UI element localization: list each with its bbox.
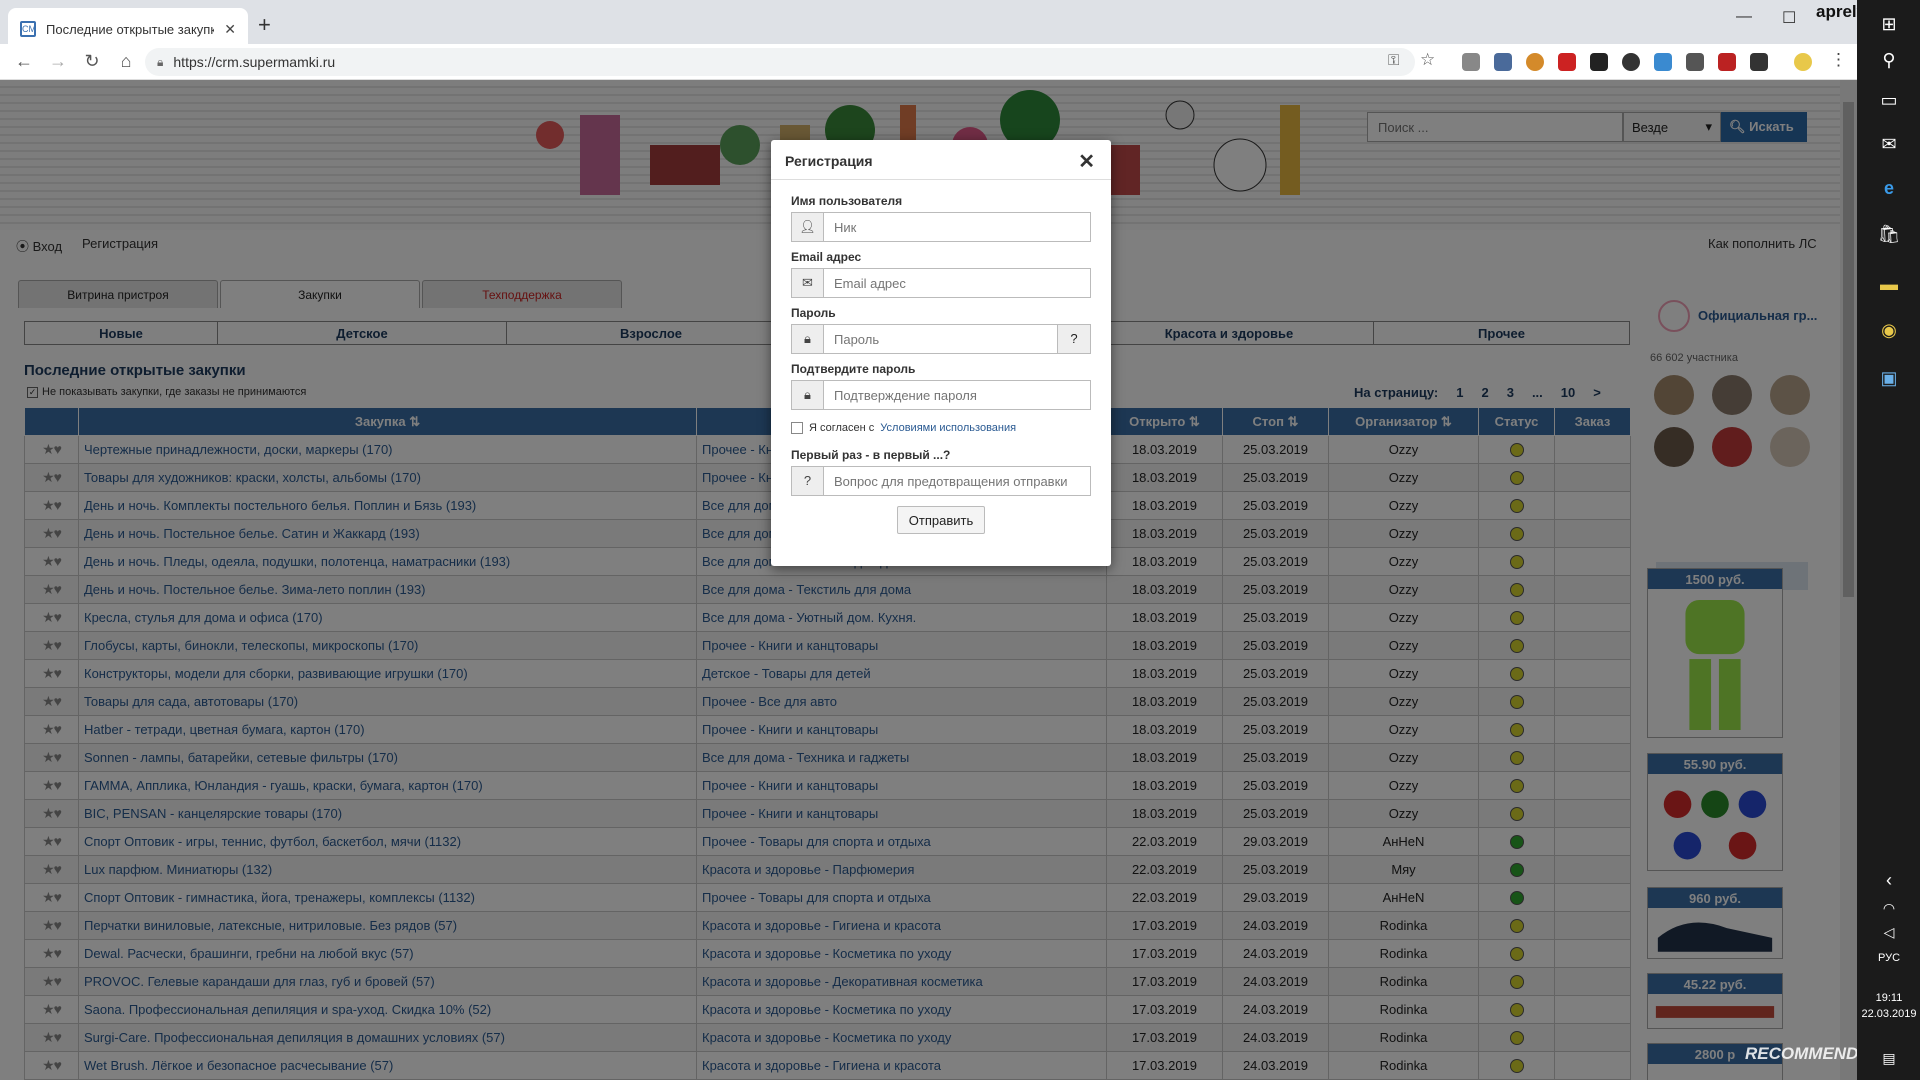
close-icon[interactable]: ✕ [1078,149,1095,174]
help-icon[interactable]: ? [1058,324,1091,354]
extension-icon[interactable] [1718,53,1736,71]
terms-text: Я согласен с [809,422,875,434]
edge-icon[interactable]: e [1877,178,1901,200]
extension-icon[interactable] [1654,53,1672,71]
address-bar[interactable]: 🔒︎ https://crm.supermamki.ru [145,48,1415,76]
password-label: Пароль [791,306,836,320]
app-icon[interactable]: ▣ [1877,368,1901,390]
back-icon[interactable]: ← [14,51,34,72]
email-label: Email адрес [791,250,862,264]
extension-icon[interactable] [1558,53,1576,71]
mail-icon[interactable]: ✉ [1877,134,1901,156]
browser-tabbar: CM Последние открытые закупки ✕ + — ☐ ap… [0,0,1920,50]
terms-agreement: Я согласен с Условиями использования [791,422,1091,434]
question-label: Первый раз - в первый ...? [791,448,951,462]
wifi-icon[interactable]: ◠ [1877,900,1901,922]
confirm-password-label: Подтвердите пароль [791,362,916,376]
clock-date: 22.03.2019 [1861,1008,1917,1020]
task-view-icon[interactable]: ▭ [1877,90,1901,112]
minimize-icon[interactable]: — [1736,8,1752,26]
windows-start-icon[interactable]: ⊞ [1877,14,1901,36]
notifications-icon[interactable]: ▤ [1877,1050,1901,1072]
clock-time: 19:11 [1875,992,1903,1004]
envelope-icon: ✉ [791,268,824,298]
store-icon[interactable]: 🛍︎ [1877,224,1901,246]
modal-title: Регистрация [785,153,873,169]
chevron-up-icon[interactable]: ‹ [1877,870,1901,892]
question-icon: ? [791,466,824,496]
lock-icon: 🔒︎ [157,54,164,69]
lock-icon: 🔒︎ [791,324,824,354]
key-icon[interactable]: ⚿ [1388,52,1399,69]
home-icon[interactable]: ⌂ [116,51,136,72]
menu-kebab-icon[interactable]: ⋮ [1830,50,1847,70]
url-text: https://crm.supermamki.ru [173,54,336,70]
user-icon: 👤︎ [791,212,824,242]
search-icon[interactable]: ⚲ [1877,50,1901,72]
chrome-icon[interactable]: ◉ [1877,320,1901,342]
site-favicon-icon: CM [20,21,36,37]
lock-icon: 🔒︎ [791,380,824,410]
extension-icon[interactable] [1462,53,1480,71]
question-group: ? [791,466,1091,496]
new-tab-button[interactable]: + [258,12,271,38]
terms-link[interactable]: Условиями использования [880,422,1016,434]
username-group: 👤︎ [791,212,1091,242]
windows-taskbar: ⊞ ⚲ ▭ ✉ e 🛍︎ ▬ ◉ ▣ ‹ ◠ ◁ РУС 19:11 22.03… [1857,0,1920,1080]
maximize-icon[interactable]: ☐ [1782,8,1796,28]
extension-icon[interactable] [1526,53,1544,71]
confirm-password-field[interactable] [824,380,1091,410]
password-group: 🔒︎ ? [791,324,1091,354]
volume-icon[interactable]: ◁ [1877,924,1901,946]
username-label: Имя пользователя [791,194,903,208]
terms-checkbox[interactable] [791,422,803,434]
registration-modal: Регистрация ✕ Имя пользователя 👤︎ Email … [771,140,1111,566]
question-field[interactable] [824,466,1091,496]
submit-button[interactable]: Отправить [897,506,985,534]
folder-icon[interactable]: ▬ [1877,274,1901,296]
bookmark-star-icon[interactable]: ☆ [1420,50,1435,70]
browser-tab-title: Последние открытые закупки [46,21,215,37]
confirm-password-group: 🔒︎ [791,380,1091,410]
system-clock[interactable]: 19:11 22.03.2019 [1861,990,1917,1022]
browser-toolbar: ← → ↻ ⌂ 🔒︎ https://crm.supermamki.ru ⚿ ☆… [0,44,1857,80]
extension-icon[interactable] [1590,53,1608,71]
reload-icon[interactable]: ↻ [82,51,102,72]
username-field[interactable] [824,212,1091,242]
modal-header: Регистрация ✕ [771,140,1111,180]
extension-icon[interactable] [1494,53,1512,71]
password-field[interactable] [824,324,1058,354]
close-tab-icon[interactable]: ✕ [224,21,236,38]
email-group: ✉ [791,268,1091,298]
profile-avatar-icon[interactable] [1794,53,1812,71]
modal-body: Имя пользователя 👤︎ Email адрес ✉ Пароль… [771,180,1111,544]
extension-icon[interactable] [1750,53,1768,71]
language-indicator[interactable]: РУС [1861,952,1917,964]
forward-icon[interactable]: → [48,51,68,72]
extension-icon[interactable] [1622,53,1640,71]
extension-icon[interactable] [1686,53,1704,71]
email-field[interactable] [824,268,1091,298]
